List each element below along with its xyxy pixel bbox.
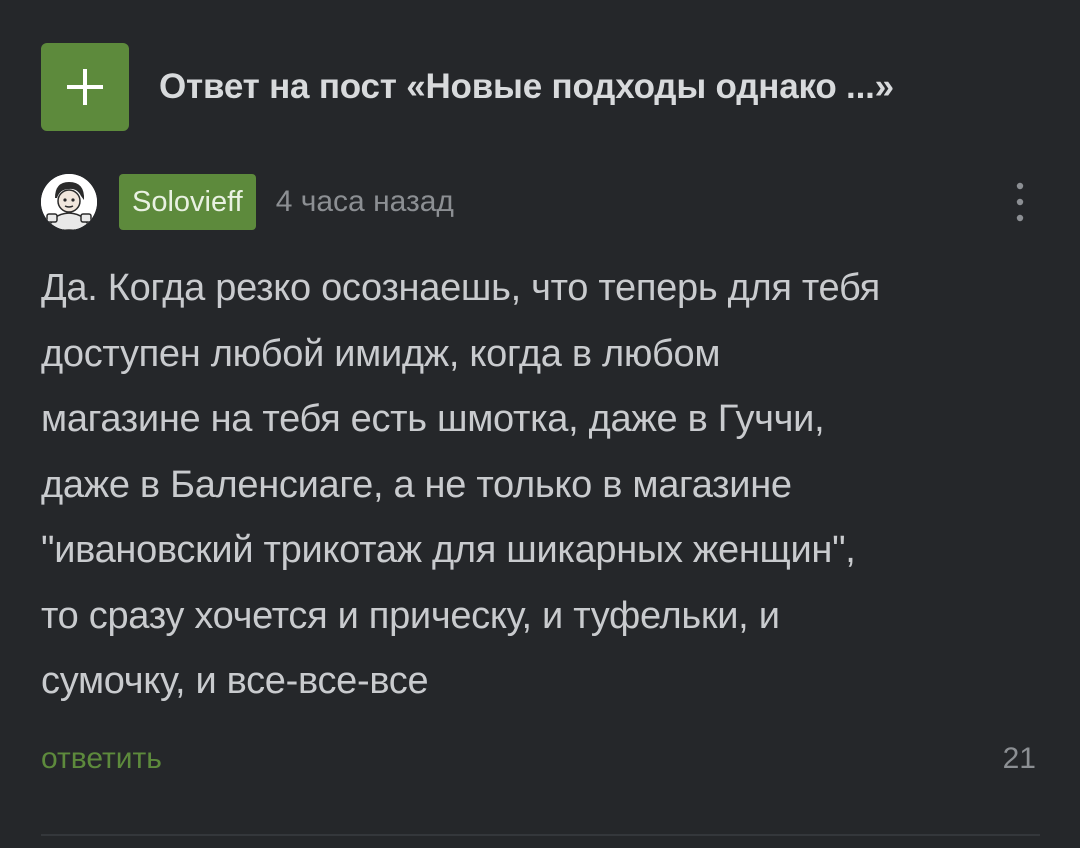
post-title[interactable]: Ответ на пост «Новые подходы однако ...» — [159, 67, 894, 107]
comment-line: магазине на тебя есть шмотка, даже в Гуч… — [41, 398, 825, 440]
divider — [41, 834, 1040, 836]
comment-line: Да. Когда резко осознаешь, что теперь дл… — [41, 267, 880, 309]
comment-line: "ивановский трикотаж для шикарных женщин… — [41, 529, 856, 571]
reply-button[interactable]: ответить — [41, 742, 162, 776]
avatar[interactable] — [41, 174, 97, 230]
more-options-button[interactable] — [1000, 173, 1040, 231]
comment-line: сумочку, и все-все-все — [41, 660, 429, 702]
comment-meta: Solovieff 4 часа назад — [41, 173, 1040, 231]
add-button[interactable] — [41, 43, 129, 131]
plus-icon — [67, 69, 103, 105]
comment-line: доступен любой имидж, когда в любом — [41, 332, 721, 375]
comment-body: Да. Когда резко осознаешь, что теперь дл… — [41, 256, 1041, 715]
more-vertical-icon — [1016, 182, 1024, 222]
user-avatar-icon — [41, 174, 97, 230]
post-header: Ответ на пост «Новые подходы однако ...» — [41, 43, 1040, 131]
comment-line: то сразу хочется и прическу, и туфельки,… — [41, 594, 780, 637]
comment-timestamp: 4 часа назад — [275, 185, 454, 218]
comment-rating: 21 — [1002, 742, 1036, 775]
comment-line: даже в Баленсиаге, а не только в магазин… — [41, 463, 792, 506]
author-name[interactable]: Solovieff — [119, 174, 256, 230]
